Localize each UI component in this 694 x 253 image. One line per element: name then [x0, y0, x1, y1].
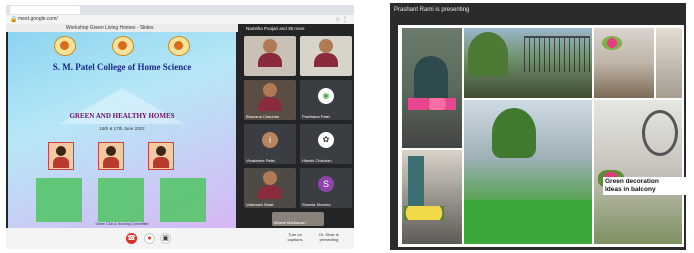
balcony-photo [464, 28, 592, 98]
browser-tabstrip [6, 5, 354, 15]
presenting-indicator[interactable]: Dr. Shah is presenting [314, 232, 344, 242]
caption-line-1: Green decoration [605, 178, 659, 185]
balcony-photo [594, 28, 654, 98]
avatar: ✿ [318, 132, 334, 148]
green-panel [36, 178, 82, 222]
shared-slide-balcony [398, 25, 684, 247]
speaker-photo [148, 142, 174, 170]
shared-slide: S. M. Patel College of Home Science GREE… [8, 32, 236, 228]
url-text: meet.google.com/ [18, 16, 58, 22]
participant-video [258, 39, 282, 67]
slide-theme-title: GREEN AND HEALTHY HOMES [69, 112, 175, 120]
participant-tile[interactable]: ✿ Hiteshi Chauhan [300, 124, 352, 164]
participant-name: Hiteshi Chauhan [302, 158, 332, 163]
participant-tile[interactable]: S Shweta Sharma [300, 168, 352, 208]
slide-header-text: Workshop Green Living Homes - Slides [66, 25, 154, 31]
camera-icon[interactable]: ▣ [160, 233, 171, 244]
participant-video [314, 39, 338, 67]
slide-header-bar: Workshop Green Living Homes - Slides [6, 24, 238, 32]
slide-date: 16th & 17th June 2022 [99, 126, 145, 131]
slide-college-title: S. M. Patel College of Home Science [52, 62, 192, 72]
presentation-window-right: Prashant Rami is presenting Green decora… [390, 3, 686, 250]
university-logo [112, 36, 134, 56]
participant-tile[interactable]: Bharat Madhavan [272, 212, 324, 226]
presenting-label: Prashant Rami is presenting [394, 7, 470, 13]
participant-name: Shweta Sharma [302, 202, 331, 207]
slide-controls[interactable] [76, 221, 166, 234]
participant-name: Bhavana Chauhan [246, 114, 280, 119]
captions-button[interactable]: Turn on captions [284, 232, 306, 242]
avatar: i [262, 132, 278, 148]
balcony-photo [402, 150, 462, 244]
lock-icon: 🔒 [10, 17, 18, 23]
college-logo [54, 36, 76, 56]
participant-tile[interactable]: i Vinakshee Patel [244, 124, 296, 164]
green-panel [98, 178, 144, 222]
slide-caption: Green decoration Ideas in balcony [603, 177, 686, 195]
green-panel [160, 178, 206, 222]
balcony-photo [464, 100, 592, 244]
speaker-photo [98, 142, 124, 170]
caption-line-2: Ideas in balcony [605, 186, 656, 193]
mic-off-icon[interactable]: ● [144, 233, 155, 244]
participant-tile[interactable] [244, 36, 296, 76]
participant-name: Bharat Madhavan [274, 220, 306, 225]
participant-tile[interactable]: ◉ Prarthana Patel [300, 80, 352, 120]
participant-tile[interactable] [300, 36, 352, 76]
avatar: ◉ [318, 88, 334, 104]
club-logo [168, 36, 190, 56]
browser-actions-icon[interactable]: ☆ ⋮ [335, 16, 348, 23]
participant-tile[interactable]: Bhavana Chauhan [244, 80, 296, 120]
participant-name: Vinakshee Patel [246, 158, 275, 163]
participant-name: Vaishnavi Bhatt [246, 202, 274, 207]
balcony-photo [402, 28, 462, 148]
participant-tiles: Namitha Poojari and 38 more Bhavana Chau… [242, 24, 354, 226]
participant-name: Prarthana Patel [302, 114, 330, 119]
participant-video [258, 171, 282, 199]
address-bar[interactable]: 🔒 meet.google.com/ ☆ ⋮ [6, 15, 354, 24]
avatar: S [318, 176, 334, 192]
balcony-photo [594, 100, 682, 244]
browser-tab[interactable] [10, 6, 80, 14]
balcony-photo [656, 28, 682, 98]
participant-video [258, 83, 282, 111]
participants-header: Namitha Poojari and 38 more [246, 26, 305, 31]
meet-window-left: 🔒 meet.google.com/ ☆ ⋮ Workshop Green Li… [6, 5, 354, 249]
meet-control-bar: ☎ ● ▣ Turn on captions Dr. Shah is prese… [6, 228, 354, 249]
participant-tile[interactable]: Vaishnavi Bhatt [244, 168, 296, 208]
speaker-photo [48, 142, 74, 170]
phone-hangup-icon[interactable]: ☎ [126, 233, 137, 244]
